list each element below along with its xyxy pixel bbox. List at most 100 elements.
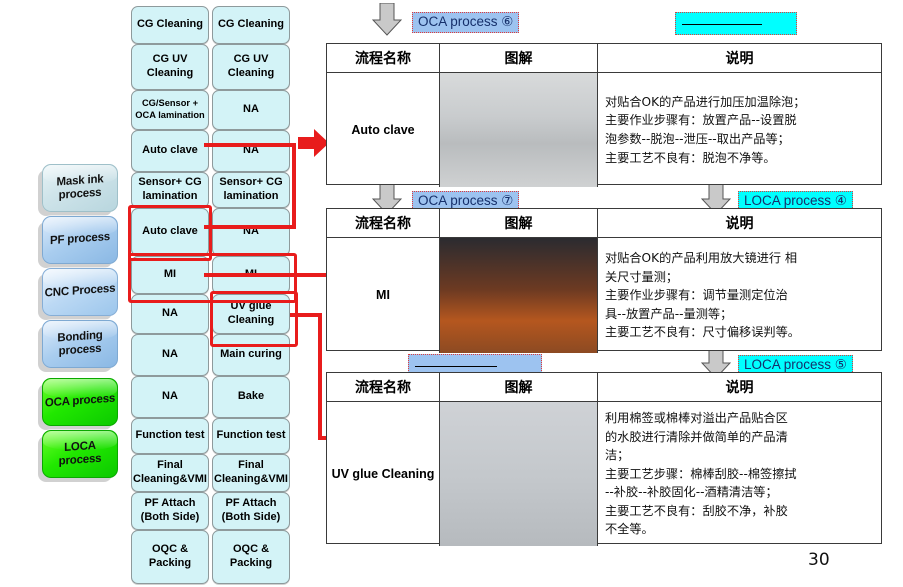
flow-step-label: Function test: [216, 429, 286, 442]
sidebar-item-mask-ink-process[interactable]: Mask ink process: [42, 164, 118, 212]
flow-step[interactable]: Auto clave: [131, 130, 209, 172]
description-line: 主要工艺不良有：尺寸偏移误判等。: [605, 325, 800, 340]
sidebar-item-pf-process[interactable]: PF process: [42, 216, 118, 264]
sidebar-item-label: Bonding process: [57, 328, 103, 358]
description-cell: 利用棉签或棉棒对溢出产品贴合区 的水胶进行清除并做简单的产品清 洁； 主要工艺步骤：棉…: [598, 402, 881, 546]
column-header: 流程名称: [327, 44, 440, 72]
table-row: UV glue Cleaning 利用棉签或棉棒对溢出产品贴合区 的水胶进行清除并做…: [327, 402, 881, 546]
sidebar-item-bonding-process[interactable]: Bonding process: [42, 320, 118, 368]
description-line: 主要工艺步骤：棉棒刮胶--棉签擦拭: [605, 466, 797, 481]
flow-step-label: NA: [243, 103, 259, 116]
highlight-rect-uvglue: [210, 291, 298, 347]
flow-step-label: NA: [162, 390, 178, 403]
table-header-row: 流程名称 图解 说明: [327, 373, 881, 402]
description-line: 不全等。: [605, 522, 654, 537]
flow-step[interactable]: Function test: [131, 418, 209, 454]
description-cell: 对贴合OK的产品进行加压加温除泡； 主要作业步骤有：放置产品--设置脱 泡参数--脱…: [598, 73, 881, 187]
flow-step[interactable]: NA: [131, 376, 209, 418]
table-mi: 流程名称 图解 说明 MI 对贴合OK的产品利用放大镜进行 相关尺寸量测； 主要作业步骤有…: [326, 208, 882, 353]
flow-step[interactable]: PF Attach (Both Side): [131, 492, 209, 530]
illustration-cell: [440, 402, 598, 546]
flow-step-label: CG/Sensor + OCA lamination: [135, 98, 205, 120]
description-text: 对贴合OK的产品进行加压加温除泡； 主要作业步骤有：放置产品--设置脱 泡参数--脱…: [605, 93, 805, 167]
flow-step[interactable]: Sensor+ CG lamination: [212, 172, 290, 208]
process-name: UV glue Cleaning: [331, 466, 435, 481]
description-line: --补胶--补胶固化--酒精清洁等；: [605, 485, 778, 500]
flow-step-label: PF Attach (Both Side): [140, 497, 200, 523]
description-line: 泡参数--脱泡--泄压--取出产品等；: [605, 132, 790, 146]
flow-step[interactable]: Sensor+ CG lamination: [131, 172, 209, 208]
process-name: MI: [376, 288, 390, 302]
description-line: 对贴合OK的产品进行加压加温除泡；: [605, 94, 806, 109]
flow-step-label: CG Cleaning: [136, 18, 203, 31]
description-line: 主要工艺不良有：刮胶不净，补胶: [605, 503, 788, 518]
sidebar-item-oca-process[interactable]: OCA process: [42, 378, 118, 426]
table-header-row: 流程名称 图解 说明: [327, 44, 881, 73]
description-cell: 对贴合OK的产品利用放大镜进行 相关尺寸量测； 主要作业步骤有：调节量测定位治 具-…: [598, 238, 881, 353]
flow-step-label: CG UV Cleaning: [227, 53, 275, 79]
flow-step-label: OQC & Packing: [229, 543, 273, 569]
description-line: 对贴合OK的产品利用放大镜进行 相: [605, 251, 798, 266]
flow-step-label: CG UV Cleaning: [146, 53, 194, 79]
sidebar-item-cnc-process[interactable]: CNC Process: [42, 268, 118, 316]
flow-step[interactable]: NA: [212, 90, 290, 130]
red-arrow-autoclave: [298, 129, 329, 157]
flow-step[interactable]: CG UV Cleaning: [212, 44, 290, 90]
sidebar-item-loca-process[interactable]: LOCA process: [42, 430, 118, 478]
illustration-cell: [440, 238, 598, 353]
callout-oca-process-6: OCA process ⑥: [412, 12, 520, 33]
flow-step[interactable]: Final Cleaning&VMI: [131, 454, 209, 492]
illustration-cell: [440, 73, 598, 187]
description-line: 主要作业步骤有：调节量测定位治: [605, 288, 788, 303]
flow-step[interactable]: CG Cleaning: [212, 6, 290, 44]
flow-step[interactable]: Function test: [212, 418, 290, 454]
flow-step[interactable]: Final Cleaning&VMI: [212, 454, 290, 492]
process-name: Auto clave: [351, 122, 415, 137]
connector-mi-h: [204, 273, 329, 277]
column-header: 流程名称: [327, 373, 440, 401]
connector-uv-v: [318, 313, 322, 440]
column-header: 说明: [725, 216, 754, 232]
sidebar-item-label: CNC Process: [44, 282, 116, 300]
table-header-row: 流程名称 图解 说明: [327, 209, 881, 238]
sidebar-item-label: Mask ink process: [56, 172, 104, 202]
process-name-cell: Auto clave: [327, 73, 440, 187]
flow-step-label: NA: [162, 348, 178, 361]
flow-step[interactable]: OQC & Packing: [212, 530, 290, 584]
description-line: 关尺寸量测；: [605, 269, 679, 284]
slide-canvas: Mask ink process PF process CNC Process Bon…: [0, 0, 903, 587]
table-row: Auto clave 对贴合OK的产品进行加压加温除泡； 主要作业步骤有：放置产品-…: [327, 73, 881, 187]
column-header: 说明: [725, 380, 754, 396]
flow-step-label: PF Attach (Both Side): [221, 497, 281, 523]
flow-step[interactable]: Bake: [212, 376, 290, 418]
column-header: 流程名称: [327, 209, 440, 237]
flow-step[interactable]: NA: [212, 130, 290, 172]
autoclave-photo: [440, 73, 597, 187]
description-line: 主要作业步骤有：放置产品--设置脱: [605, 113, 797, 128]
flow-step[interactable]: NA: [212, 208, 290, 256]
flow-step-label: Main curing: [220, 348, 282, 361]
flow-step[interactable]: OQC & Packing: [131, 530, 209, 584]
flow-step[interactable]: PF Attach (Both Side): [212, 492, 290, 530]
connector-autoclave-h2: [204, 225, 296, 229]
column-header: 图解: [440, 209, 598, 237]
column-header: 图解: [440, 44, 598, 72]
process-name-cell: UV glue Cleaning: [327, 402, 440, 546]
flow-step-label: Bake: [237, 390, 265, 403]
description-text: 对贴合OK的产品利用放大镜进行 相关尺寸量测； 主要作业步骤有：调节量测定位治 具-…: [605, 249, 800, 342]
flow-step[interactable]: NA: [131, 334, 209, 376]
table-uv-glue-cleaning: 流程名称 图解 说明 UV glue Cleaning 利用棉签或棉棒对溢出产品贴合区的…: [326, 372, 882, 546]
flow-step-label: OQC & Packing: [148, 543, 192, 569]
description-text: 利用棉签或棉棒对溢出产品贴合区 的水胶进行清除并做简单的产品清 洁； 主要工艺步骤：棉…: [605, 409, 797, 539]
flow-step-label: CG Cleaning: [217, 18, 284, 31]
flow-step-label: Sensor+ CG lamination: [219, 176, 283, 202]
flow-step[interactable]: CG Cleaning: [131, 6, 209, 44]
callout-redacted-top: [675, 12, 797, 35]
column-header: 图解: [440, 373, 598, 401]
flow-step[interactable]: CG/Sensor + OCA lamination: [131, 90, 209, 130]
description-line: 的水胶进行清除并做简单的产品清: [605, 429, 788, 444]
mi-photo: [440, 238, 597, 353]
column-header: 说明: [725, 51, 754, 67]
flow-step[interactable]: CG UV Cleaning: [131, 44, 209, 90]
table-auto-clave: 流程名称 图解 说明 Auto clave 对贴合OK的产品进行加压加温除泡； 主要作业步…: [326, 43, 882, 187]
